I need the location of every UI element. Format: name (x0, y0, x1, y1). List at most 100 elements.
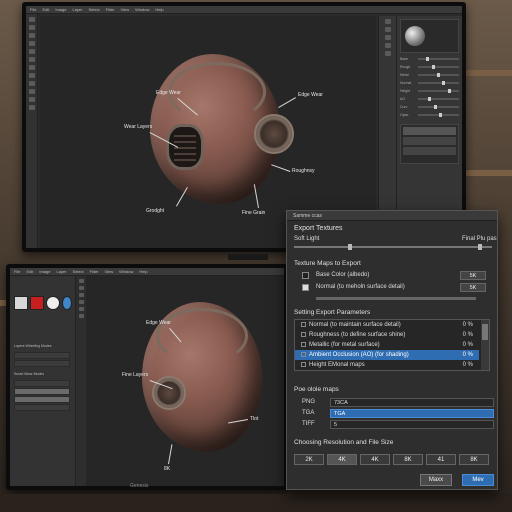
menu-item[interactable]: Help (139, 269, 147, 274)
menu-item[interactable]: Window (119, 269, 133, 274)
resolution-button[interactable]: 8K (393, 454, 423, 465)
panel-icon[interactable] (384, 35, 391, 40)
property-slider[interactable] (418, 97, 459, 101)
param-checkbox-icon[interactable] (301, 331, 306, 337)
param-row[interactable]: Normal (to maintain surface detail) 0 % (295, 320, 479, 330)
property-slider-knob[interactable] (431, 65, 435, 69)
pass-slider[interactable] (294, 244, 492, 250)
swatch-sphere[interactable] (46, 296, 60, 310)
property-slider[interactable] (418, 105, 459, 109)
property-slider[interactable] (418, 89, 459, 93)
format-field[interactable]: 5 (330, 420, 494, 429)
menu-item[interactable]: Help (155, 7, 163, 12)
panel-icon[interactable] (384, 27, 391, 32)
swatch-red[interactable] (30, 296, 44, 310)
property-slider-knob[interactable] (426, 57, 430, 61)
pass-slider-knob-2[interactable] (478, 244, 482, 250)
panel-icon[interactable] (384, 19, 391, 24)
menu-item[interactable]: Layer (72, 7, 82, 12)
property-row[interactable]: Metal (400, 72, 459, 78)
panel-icon[interactable] (384, 51, 391, 56)
layer-row[interactable] (403, 127, 456, 135)
menu-item[interactable]: Filter (106, 7, 115, 12)
resolution-button[interactable]: 41 (426, 454, 456, 465)
resolution-button[interactable]: 4K (327, 454, 357, 465)
tool-icon[interactable] (78, 286, 84, 290)
menu-item[interactable]: Layer (56, 269, 66, 274)
property-slider[interactable] (418, 81, 459, 85)
swatch-blue[interactable] (62, 296, 72, 310)
dialog-titlebar[interactable]: Samme ccas (287, 211, 497, 221)
tool-icon[interactable] (28, 81, 35, 86)
property-slider-knob[interactable] (447, 89, 451, 93)
param-checkbox-icon[interactable] (301, 361, 306, 367)
tool-icon[interactable] (28, 57, 35, 62)
property-slider-knob[interactable] (436, 73, 440, 77)
menu-item[interactable]: Filter (90, 269, 99, 274)
tool-icon[interactable] (78, 307, 84, 311)
property-slider-knob[interactable] (433, 105, 437, 109)
tool-icon[interactable] (28, 33, 35, 38)
layer-row[interactable] (14, 360, 70, 367)
property-slider-knob[interactable] (442, 81, 446, 85)
tool-icon[interactable] (28, 49, 35, 54)
param-checkbox-icon[interactable] (301, 341, 306, 347)
property-slider[interactable] (418, 113, 459, 117)
property-slider-knob[interactable] (438, 113, 442, 117)
layer-row[interactable] (14, 404, 70, 411)
tool-icon[interactable] (28, 17, 35, 22)
tool-icon[interactable] (78, 279, 84, 283)
tool-icon[interactable] (78, 300, 84, 304)
property-row[interactable]: Normal (400, 80, 459, 86)
layer-row[interactable] (14, 352, 70, 359)
tool-icon[interactable] (78, 314, 84, 318)
resolution-button[interactable]: 8K (459, 454, 489, 465)
pass-slider-knob[interactable] (348, 244, 352, 250)
menu-item[interactable]: Edit (26, 269, 33, 274)
params-listbox[interactable]: Normal (to maintain surface detail) 0 % Ro… (294, 319, 490, 371)
property-slider-knob[interactable] (428, 97, 432, 101)
menu-item[interactable]: File (30, 7, 36, 12)
bottom-viewport[interactable] (86, 276, 284, 486)
param-row[interactable]: Roughness (to define surface shine) 0 % (295, 330, 479, 340)
property-row[interactable]: Curv (400, 104, 459, 110)
menu-item[interactable]: View (121, 7, 130, 12)
tool-icon[interactable] (28, 89, 35, 94)
param-checkbox-icon[interactable] (301, 351, 306, 357)
property-row[interactable]: Base (400, 56, 459, 62)
property-slider[interactable] (418, 73, 459, 77)
property-row[interactable]: Opac (400, 112, 459, 118)
layer-row[interactable] (403, 137, 456, 145)
param-row[interactable]: Metallic (for metal surface) 0 % (295, 340, 479, 350)
format-field[interactable]: TGA (330, 409, 494, 418)
swatch-white[interactable] (14, 296, 28, 310)
property-row[interactable]: Rough (400, 64, 459, 70)
params-scrollbar[interactable] (481, 320, 489, 370)
layer-row-selected[interactable] (14, 396, 70, 403)
cancel-button[interactable]: Maxx (420, 474, 452, 486)
export-button[interactable]: Mev (462, 474, 494, 486)
tool-icon[interactable] (28, 97, 35, 102)
layer-row-selected[interactable] (14, 388, 70, 395)
tool-icon[interactable] (28, 105, 35, 110)
tool-icon[interactable] (28, 25, 35, 30)
tool-icon[interactable] (28, 65, 35, 70)
map-size-button[interactable]: 5K (460, 271, 486, 280)
menu-item[interactable]: Window (135, 7, 149, 12)
resolution-button[interactable]: 2K (294, 454, 324, 465)
format-field[interactable]: 73CA (330, 398, 494, 407)
map-checkbox[interactable] (302, 284, 309, 291)
menu-item[interactable]: Image (39, 269, 50, 274)
tool-icon[interactable] (78, 293, 84, 297)
menu-item[interactable]: Image (55, 7, 66, 12)
tool-icon[interactable] (28, 73, 35, 78)
helmet-model[interactable] (150, 54, 294, 204)
param-row[interactable]: Ambient Occlusion (AO) (for shading) 0 % (295, 350, 479, 360)
menu-item[interactable]: View (105, 269, 114, 274)
layer-row[interactable] (14, 380, 70, 387)
menu-item[interactable]: Select (89, 7, 100, 12)
menu-item[interactable]: File (14, 269, 20, 274)
property-row[interactable]: Height (400, 88, 459, 94)
menu-item[interactable]: Select (73, 269, 84, 274)
param-checkbox-icon[interactable] (301, 321, 306, 327)
